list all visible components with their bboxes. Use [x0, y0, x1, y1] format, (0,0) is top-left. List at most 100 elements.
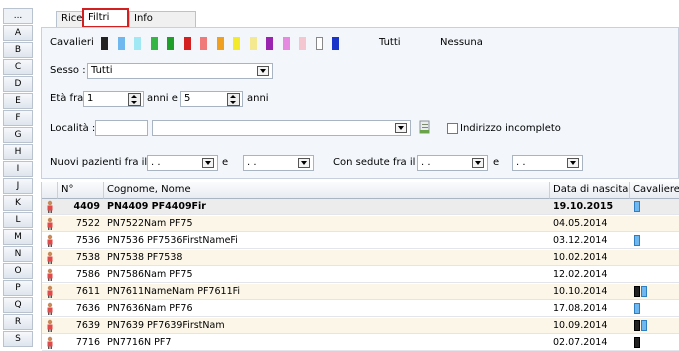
letter-m[interactable]: M — [3, 229, 33, 245]
cavaliere-tag — [634, 201, 640, 212]
cavaliere-swatch[interactable] — [200, 37, 207, 50]
letter-f[interactable]: F — [3, 110, 33, 126]
grid-header-name[interactable]: Cognome, Nome — [104, 182, 550, 199]
row-number: 7639 — [75, 320, 100, 331]
row-name: PN7716N PF7 — [107, 337, 172, 348]
table-row[interactable]: 7586 PN7586Nam PF75 12.02.2014 — [42, 267, 679, 283]
nuovi-from-value: . . — [151, 157, 161, 168]
row-name: PN7636Nam PF76 — [107, 303, 193, 314]
cavalieri-none-link[interactable]: Nessuna — [440, 37, 483, 48]
cavaliere-swatch[interactable] — [117, 37, 125, 50]
letter-o[interactable]: O — [3, 263, 33, 279]
chevron-down-icon[interactable] — [567, 158, 579, 168]
table-row[interactable]: 7538 PN7538 PF7538 10.02.2014 — [42, 250, 679, 266]
letter-h[interactable]: H — [3, 144, 33, 160]
patient-icon — [47, 319, 53, 332]
patient-icon — [47, 251, 53, 264]
eta-from-value: 1 — [87, 93, 94, 104]
sedute-from-date[interactable]: . . — [417, 155, 488, 171]
cavaliere-swatch[interactable] — [134, 37, 141, 50]
chevron-down-icon[interactable] — [298, 158, 310, 168]
cavaliere-tag — [634, 320, 640, 331]
row-name: PN7536 PF7536FirstNameFi — [107, 235, 238, 246]
letter-q[interactable]: Q — [3, 297, 33, 313]
table-row[interactable]: 7522 PN7522Nam PF75 04.05.2014 — [42, 216, 679, 232]
cavaliere-swatch[interactable] — [167, 37, 174, 50]
letter-r[interactable]: R — [3, 314, 33, 330]
patient-icon — [47, 336, 53, 349]
letter-l[interactable]: L — [3, 212, 33, 228]
chevron-down-icon[interactable] — [202, 158, 214, 168]
letter-g[interactable]: G — [3, 127, 33, 143]
letter-e[interactable]: E — [3, 93, 33, 109]
tab-filtri[interactable]: Filtri — [82, 8, 129, 28]
table-row[interactable]: 7636 PN7636Nam PF76 17.08.2014 — [42, 301, 679, 317]
row-name: PN7538 PF7538 — [107, 252, 183, 263]
table-row[interactable]: 7536 PN7536 PF7536FirstNameFi 03.12.2014 — [42, 233, 679, 249]
row-name: PN7639 PF7639FirstNam — [107, 320, 225, 331]
letter-s[interactable]: S — [3, 331, 33, 347]
cavalieri-all-link[interactable]: Tutti — [379, 37, 401, 48]
cavaliere-swatch[interactable] — [183, 37, 191, 50]
letter-b[interactable]: B — [3, 42, 33, 58]
row-name: PN7586Nam PF75 — [107, 269, 193, 280]
patients-grid: N° Cognome, Nome Data di nascita Cavalie… — [41, 182, 679, 351]
sedute-from-value: . . — [421, 157, 431, 168]
row-dob: 10.10.2014 — [553, 286, 608, 297]
row-dob: 19.10.2015 — [553, 201, 614, 212]
table-row[interactable]: 7639 PN7639 PF7639FirstNam 10.09.2014 — [42, 318, 679, 334]
table-row[interactable]: 7611 PN7611NameNam PF7611Fi 10.10.2014 — [42, 284, 679, 300]
cavaliere-swatch[interactable] — [315, 37, 323, 50]
table-row[interactable]: 4409 PN4409 PF4409Fir 19.10.2015 — [42, 199, 679, 215]
letter-j[interactable]: J — [3, 178, 33, 194]
eta-to-spinner[interactable]: 5 — [180, 91, 243, 107]
letter-a[interactable]: A — [3, 25, 33, 41]
sedute-to-date[interactable]: . . — [512, 155, 583, 171]
letter-d[interactable]: D — [3, 76, 33, 92]
cavaliere-swatch[interactable] — [299, 37, 306, 50]
nuovi-to-date[interactable]: . . — [243, 155, 314, 171]
spinner-arrows-icon[interactable] — [227, 93, 240, 106]
chevron-down-icon[interactable] — [257, 66, 269, 76]
cavaliere-swatch[interactable] — [332, 37, 339, 50]
eta-to-value: 5 — [184, 93, 191, 104]
row-number: 7522 — [75, 218, 100, 229]
chevron-down-icon[interactable] — [472, 158, 484, 168]
indirizzo-checkbox[interactable] — [447, 123, 458, 134]
tab-info-paziente[interactable]: Info Paziente — [129, 11, 196, 38]
sedute-e-label: e — [493, 157, 500, 168]
grid-header-dob[interactable]: Data di nascita — [550, 182, 630, 199]
localita-city-select[interactable] — [152, 120, 411, 136]
letter-c[interactable]: C — [3, 59, 33, 75]
eta-from-spinner[interactable]: 1 — [83, 91, 144, 107]
grid-header-cavaliere[interactable]: Cavaliere — [630, 182, 679, 199]
cavaliere-swatch[interactable] — [216, 37, 224, 50]
sedute-to-value: . . — [516, 157, 526, 168]
patient-icon — [47, 200, 53, 213]
chevron-down-icon[interactable] — [395, 123, 407, 133]
letter-i[interactable]: I — [3, 161, 33, 177]
nuovi-e-label: e — [222, 157, 229, 168]
nuovi-from-date[interactable]: . . — [147, 155, 218, 171]
cavaliere-swatch[interactable] — [249, 37, 257, 50]
sesso-select[interactable]: Tutti — [87, 63, 273, 79]
grid-header-number[interactable]: N° — [58, 182, 104, 199]
address-book-icon[interactable] — [419, 120, 431, 134]
localita-cap-input[interactable] — [95, 120, 148, 136]
row-dob: 03.12.2014 — [553, 235, 608, 246]
letter-p[interactable]: P — [3, 280, 33, 296]
cavaliere-swatch[interactable] — [266, 37, 273, 50]
cavaliere-swatch[interactable] — [101, 37, 108, 50]
cavaliere-swatch[interactable] — [282, 37, 290, 50]
letter-all[interactable]: ... — [3, 8, 33, 24]
cavaliere-tag — [634, 337, 640, 348]
cavaliere-swatch[interactable] — [233, 37, 240, 50]
cavaliere-swatch[interactable] — [150, 37, 158, 50]
letter-n[interactable]: N — [3, 246, 33, 262]
spinner-arrows-icon[interactable] — [128, 93, 141, 106]
letter-k[interactable]: K — [3, 195, 33, 211]
row-number: 4409 — [73, 201, 100, 212]
row-number: 7636 — [75, 303, 100, 314]
eta-and-label: anni e — [147, 93, 178, 104]
row-dob: 10.09.2014 — [553, 320, 608, 331]
